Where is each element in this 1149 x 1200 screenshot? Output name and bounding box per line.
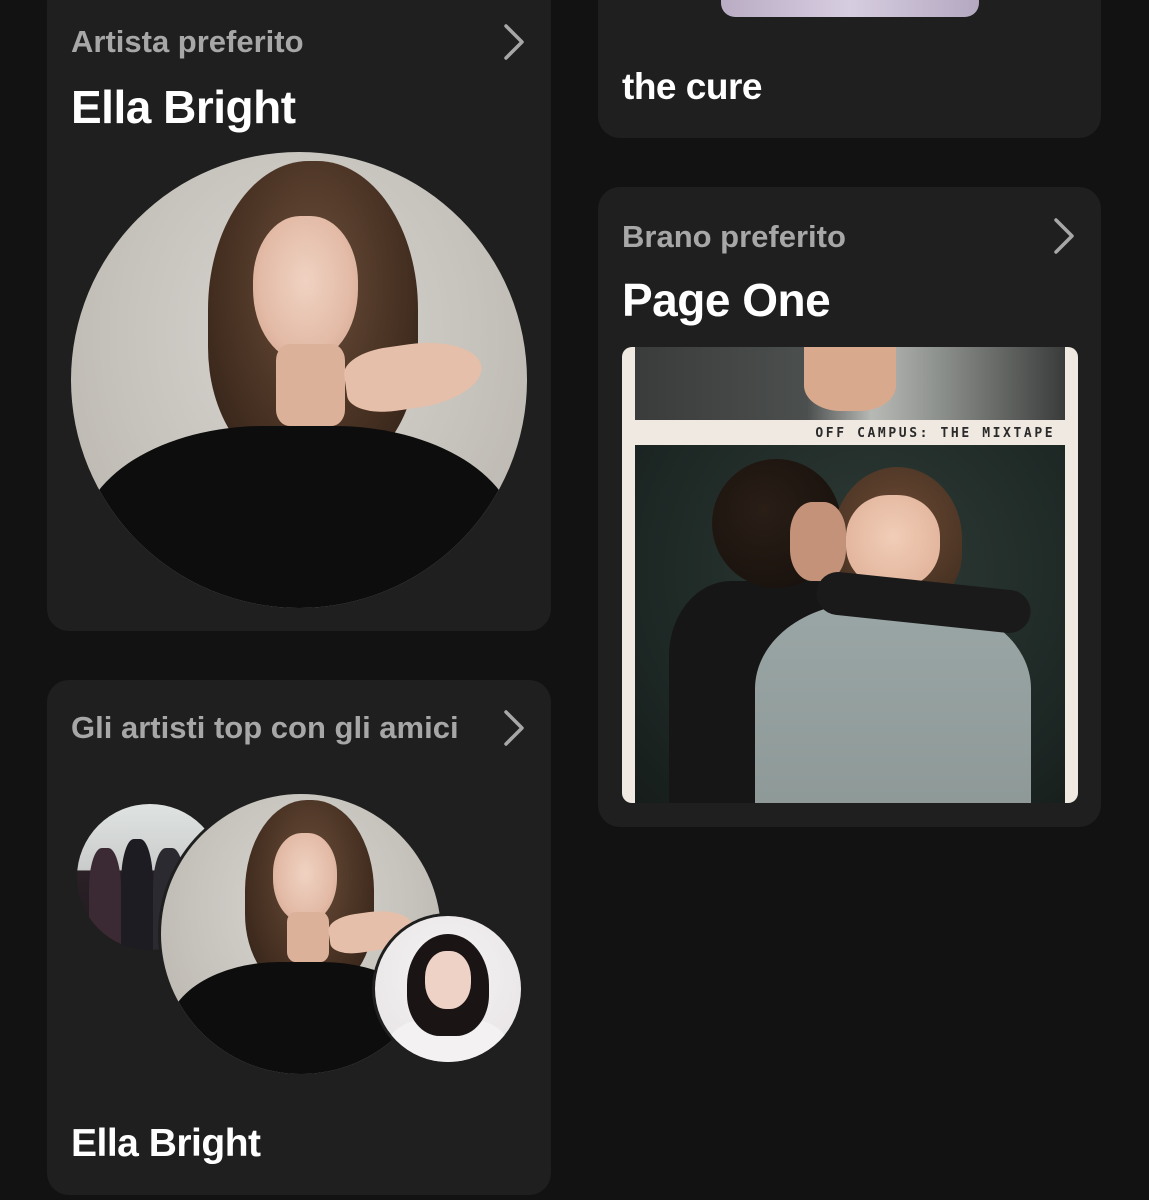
friend-artist-avatar-secondary [375,916,521,1062]
top-right-card-thumbnail [721,0,979,17]
top-artists-friends-card[interactable]: Gli artisti top con gli amici Ella Brigh… [47,680,551,1195]
favorite-artist-name: Ella Bright [71,81,296,133]
favorite-artist-subtitle: Artista preferito [71,24,304,59]
favorite-song-card[interactable]: Brano preferito Page One OFF CAMPUS: THE… [598,187,1101,827]
chevron-right-icon[interactable] [1050,216,1078,256]
top-artists-friends-name: Ella Bright [71,1122,261,1165]
chevron-right-icon[interactable] [500,708,528,748]
favorite-song-title: Page One [622,274,831,326]
chevron-right-icon[interactable] [500,22,528,62]
favorite-song-subtitle: Brano preferito [622,219,846,254]
top-artists-friends-subtitle: Gli artisti top con gli amici [71,710,459,745]
album-cover-image: OFF CAMPUS: THE MIXTAPE [622,347,1078,803]
favorite-artist-card[interactable]: Artista preferito Ella Bright [47,0,551,631]
top-right-card[interactable]: the cure [598,0,1101,138]
top-right-card-title: the cure [622,66,762,107]
album-caption: OFF CAMPUS: THE MIXTAPE [815,426,1056,442]
artist-portrait-image [71,152,527,608]
